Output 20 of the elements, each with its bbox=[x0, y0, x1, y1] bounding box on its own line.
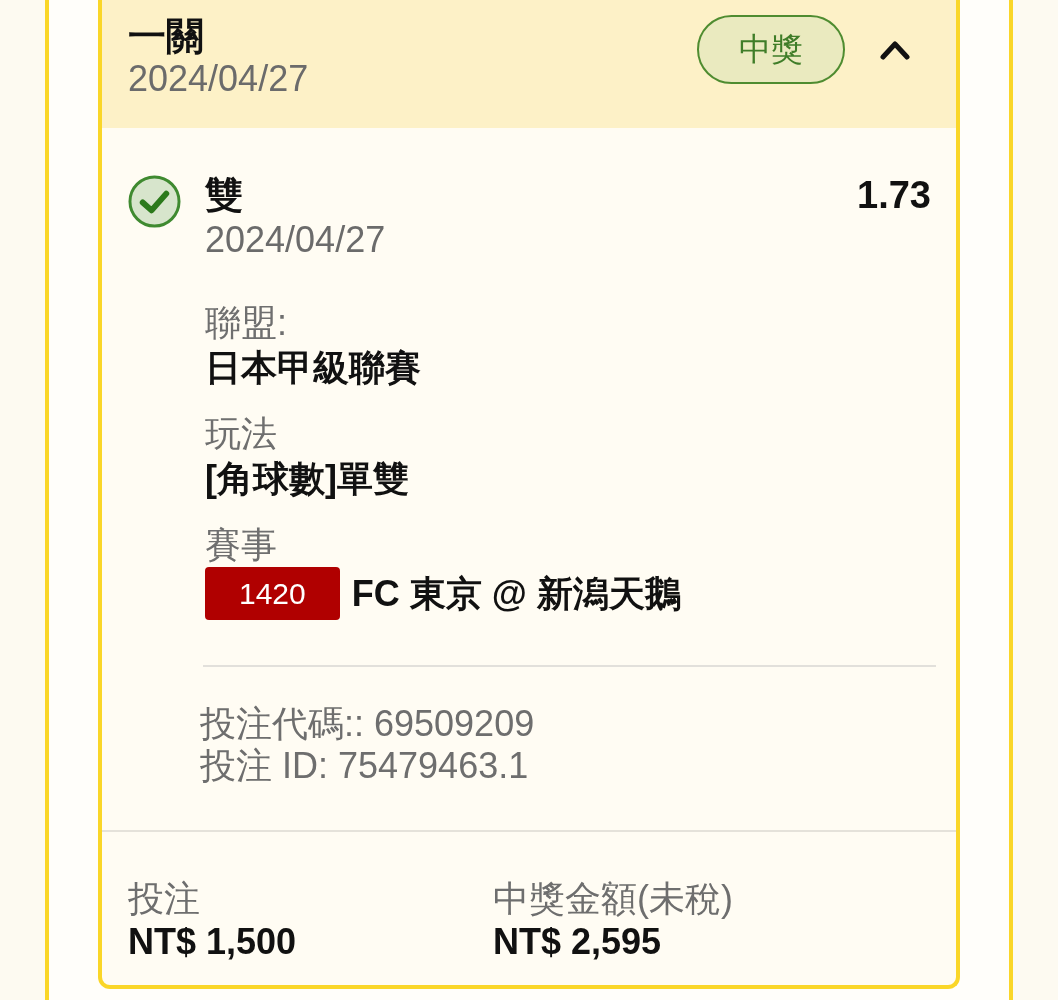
bet-title: 一關 bbox=[128, 14, 205, 58]
field-label: 賽事 bbox=[205, 523, 278, 567]
summary-label: 投注 bbox=[128, 877, 201, 921]
bet-date: 2024/04/27 bbox=[128, 58, 309, 100]
match-code-badge: 1420 bbox=[205, 567, 340, 620]
selection-date: 2024/04/27 bbox=[205, 218, 386, 262]
field-label: 聯盟: bbox=[205, 301, 288, 345]
collapse-toggle[interactable] bbox=[880, 39, 910, 60]
summary-amount: NT$ 2,595 bbox=[493, 921, 663, 963]
field-value: [角球數]單雙 bbox=[205, 457, 410, 501]
reference-text: 投注代碼:: 69509209 bbox=[200, 703, 536, 745]
selection-pick: 雙 bbox=[205, 173, 244, 218]
status-badge: 中獎 bbox=[697, 15, 845, 84]
match-name: FC 東京 @ 新潟天鵝 bbox=[351, 572, 681, 616]
summary-amount: NT$ 1,500 bbox=[128, 921, 298, 963]
odds-value: 1.73 bbox=[857, 173, 931, 218]
reference-text: 投注 ID: 75479463.1 bbox=[200, 745, 530, 787]
field-label: 玩法 bbox=[205, 412, 278, 456]
field-value: 日本甲級聯賽 bbox=[205, 346, 422, 390]
summary-label: 中獎金額(未稅) bbox=[493, 877, 734, 921]
